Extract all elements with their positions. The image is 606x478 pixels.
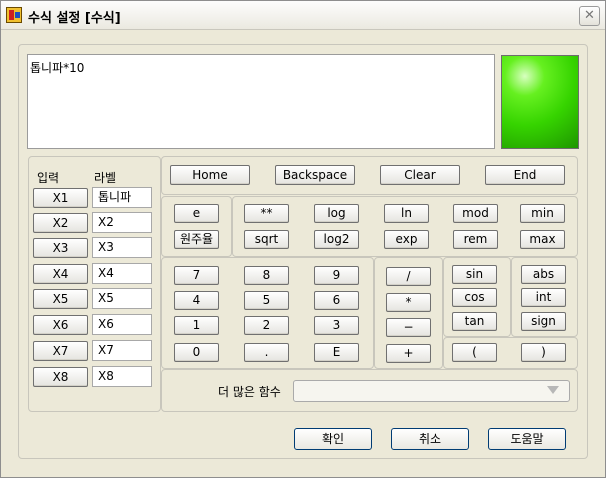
digit-0-button[interactable]: 0 xyxy=(174,343,219,362)
digit-4-button[interactable]: 4 xyxy=(174,291,219,310)
input-x5-button[interactable]: X5 xyxy=(33,289,88,309)
tan-button[interactable]: tan xyxy=(452,312,497,331)
sign-button[interactable]: sign xyxy=(521,312,566,331)
input-x2-label-field[interactable]: X2 xyxy=(92,212,152,233)
input-column-header: 입력 xyxy=(37,171,60,185)
ln-button[interactable]: ln xyxy=(384,204,429,223)
max-button[interactable]: max xyxy=(520,230,565,249)
status-indicator xyxy=(501,55,579,149)
input-x1-label-field[interactable]: 톱니파 xyxy=(92,187,152,208)
int-button[interactable]: int xyxy=(521,288,566,307)
subtract-button[interactable]: − xyxy=(386,318,431,337)
log-button[interactable]: log xyxy=(314,204,359,223)
more-functions-label: 더 많은 함수 xyxy=(218,385,281,399)
e-constant-button[interactable]: e xyxy=(174,204,219,223)
close-paren-button[interactable]: ) xyxy=(521,343,566,362)
input-x6-button[interactable]: X6 xyxy=(33,315,88,335)
rem-button[interactable]: rem xyxy=(453,230,498,249)
ok-button[interactable]: 확인 xyxy=(294,428,372,450)
cancel-button[interactable]: 취소 xyxy=(391,428,469,450)
exponent-e-button[interactable]: E xyxy=(314,343,359,362)
backspace-button[interactable]: Backspace xyxy=(275,165,355,185)
close-button[interactable]: ✕ xyxy=(579,6,600,26)
formula-dialog: 수식 설정 [수식] ✕ 톱니파*10 입력 라벨 X1 톱니파 X2 X2 X… xyxy=(0,0,606,478)
clear-button[interactable]: Clear xyxy=(380,165,460,185)
label-column-header: 라벨 xyxy=(94,171,117,185)
decimal-point-button[interactable]: . xyxy=(244,343,289,362)
input-x2-button[interactable]: X2 xyxy=(33,213,88,233)
min-button[interactable]: min xyxy=(520,204,565,223)
power-button[interactable]: ** xyxy=(244,204,289,223)
app-icon xyxy=(6,7,22,23)
digit-5-button[interactable]: 5 xyxy=(244,291,289,310)
digit-8-button[interactable]: 8 xyxy=(244,266,289,285)
sqrt-button[interactable]: sqrt xyxy=(244,230,289,249)
input-x6-label-field[interactable]: X6 xyxy=(92,314,152,335)
title-bar: 수식 설정 [수식] ✕ xyxy=(1,1,605,30)
digit-3-button[interactable]: 3 xyxy=(314,316,359,335)
digit-7-button[interactable]: 7 xyxy=(174,266,219,285)
abs-button[interactable]: abs xyxy=(521,265,566,284)
input-x7-label-field[interactable]: X7 xyxy=(92,340,152,361)
end-button[interactable]: End xyxy=(485,165,565,185)
formula-input[interactable]: 톱니파*10 xyxy=(27,54,495,149)
mod-button[interactable]: mod xyxy=(453,204,498,223)
add-button[interactable]: + xyxy=(386,344,431,363)
sin-button[interactable]: sin xyxy=(452,265,497,284)
close-icon: ✕ xyxy=(584,8,595,23)
input-x3-button[interactable]: X3 xyxy=(33,238,88,258)
more-functions-dropdown[interactable] xyxy=(293,380,570,402)
help-button[interactable]: 도움말 xyxy=(488,428,566,450)
chevron-down-icon xyxy=(547,386,559,394)
input-x1-button[interactable]: X1 xyxy=(33,188,88,208)
input-x4-label-field[interactable]: X4 xyxy=(92,263,152,284)
multiply-button[interactable]: * xyxy=(386,293,431,312)
digit-2-button[interactable]: 2 xyxy=(244,316,289,335)
window-title: 수식 설정 [수식] xyxy=(28,11,121,26)
input-x8-label-field[interactable]: X8 xyxy=(92,366,152,387)
input-x8-button[interactable]: X8 xyxy=(33,367,88,387)
input-x4-button[interactable]: X4 xyxy=(33,264,88,284)
log2-button[interactable]: log2 xyxy=(314,230,359,249)
divide-button[interactable]: / xyxy=(386,267,431,286)
input-x5-label-field[interactable]: X5 xyxy=(92,288,152,309)
home-button[interactable]: Home xyxy=(170,165,250,185)
input-x7-button[interactable]: X7 xyxy=(33,341,88,361)
digit-1-button[interactable]: 1 xyxy=(174,316,219,335)
exp-button[interactable]: exp xyxy=(384,230,429,249)
cos-button[interactable]: cos xyxy=(452,288,497,307)
open-paren-button[interactable]: ( xyxy=(452,343,497,362)
input-x3-label-field[interactable]: X3 xyxy=(92,237,152,258)
digit-6-button[interactable]: 6 xyxy=(314,291,359,310)
pi-constant-button[interactable]: 원주율 xyxy=(174,230,219,249)
digit-9-button[interactable]: 9 xyxy=(314,266,359,285)
